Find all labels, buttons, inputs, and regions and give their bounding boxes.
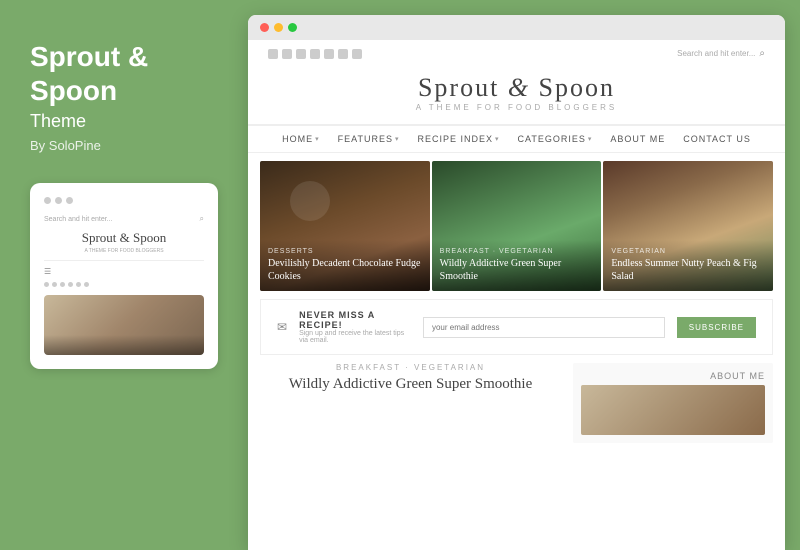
card-2-category: BREAKFAST · VEGETARIAN bbox=[440, 248, 594, 255]
mobile-social-icon-6 bbox=[84, 282, 89, 287]
site-header: Search and hit enter... ⌕ Sprout & Spoon… bbox=[248, 40, 785, 125]
site-logo-tagline: A THEME for FOOD BLOGGERS bbox=[268, 103, 765, 112]
right-panel: Search and hit enter... ⌕ Sprout & Spoon… bbox=[248, 0, 800, 550]
theme-title: Sprout & Spoon bbox=[30, 40, 218, 107]
site-header-top: Search and hit enter... ⌕ bbox=[268, 48, 765, 59]
social-icon-3 bbox=[296, 49, 306, 59]
nav-home-arrow: ▾ bbox=[315, 135, 320, 143]
subscribe-section: ✉ NEVER MISS A RECIPE! Sign up and recei… bbox=[260, 299, 773, 355]
nav-features-arrow: ▾ bbox=[395, 135, 400, 143]
social-icon-6 bbox=[338, 49, 348, 59]
social-icon-1 bbox=[268, 49, 278, 59]
nav-contact-us[interactable]: CONTACT US bbox=[683, 134, 751, 144]
nav-features[interactable]: FEATURES ▾ bbox=[338, 134, 400, 144]
featured-card-2[interactable]: BREAKFAST · VEGETARIAN Wildly Addictive … bbox=[432, 161, 602, 291]
nav-contact-label: CONTACT US bbox=[683, 134, 751, 144]
card-2-title: Wildly Addictive Green Super Smoothie bbox=[440, 257, 594, 283]
nav-categories-label: CATEGORIES bbox=[518, 134, 586, 144]
mobile-divider bbox=[44, 260, 204, 261]
mobile-social-icon-3 bbox=[60, 282, 65, 287]
mobile-social-icon-5 bbox=[76, 282, 81, 287]
nav-recipe-index[interactable]: RECIPE INDEX ▾ bbox=[417, 134, 499, 144]
mobile-dot-3 bbox=[66, 197, 73, 204]
site-logo-area: Sprout & Spoon A THEME for FOOD BLOGGERS bbox=[268, 65, 765, 116]
mobile-preview-card: Search and hit enter... ⌕ Sprout & Spoon… bbox=[30, 183, 218, 369]
featured-grid: DESSERTS Devilishly Decadent Chocolate F… bbox=[260, 161, 773, 291]
subscribe-button[interactable]: SUBSCRIBE bbox=[677, 317, 756, 338]
card-1-title: Devilishly Decadent Chocolate Fudge Cook… bbox=[268, 257, 422, 283]
mobile-dot-1 bbox=[44, 197, 51, 204]
subscribe-title: NEVER MISS A RECIPE! bbox=[299, 310, 411, 330]
browser-minimize-dot bbox=[274, 23, 283, 32]
featured-card-3[interactable]: VEGETARIAN Endless Summer Nutty Peach & … bbox=[603, 161, 773, 291]
mobile-logo: Sprout & Spoon bbox=[44, 230, 204, 246]
site-social-row bbox=[268, 49, 362, 59]
nav-categories-arrow: ▾ bbox=[588, 135, 593, 143]
browser-content: Search and hit enter... ⌕ Sprout & Spoon… bbox=[248, 40, 785, 550]
browser-maximize-dot bbox=[288, 23, 297, 32]
nav-recipe-index-label: RECIPE INDEX bbox=[417, 134, 493, 144]
theme-subtitle: Theme bbox=[30, 111, 218, 132]
card-1-overlay: DESSERTS Devilishly Decadent Chocolate F… bbox=[260, 240, 430, 291]
mobile-social-row bbox=[44, 282, 204, 287]
mobile-hamburger-icon: ☰ bbox=[44, 267, 204, 276]
post-category: BREAKFAST · VEGETARIAN bbox=[260, 363, 561, 372]
subscribe-text-area: NEVER MISS A RECIPE! Sign up and receive… bbox=[299, 310, 411, 344]
site-search-area[interactable]: Search and hit enter... ⌕ bbox=[677, 48, 765, 59]
left-panel: Sprout & Spoon Theme By SoloPine Search … bbox=[0, 0, 248, 550]
subscribe-email-icon: ✉ bbox=[277, 320, 287, 335]
nav-about-me[interactable]: ABOUT ME bbox=[610, 134, 665, 144]
card-3-category: VEGETARIAN bbox=[611, 248, 765, 255]
nav-categories[interactable]: CATEGORIES ▾ bbox=[518, 134, 593, 144]
subscribe-input[interactable] bbox=[423, 317, 665, 338]
mobile-post-image bbox=[44, 295, 204, 355]
about-me-area: ABOUT ME bbox=[573, 363, 773, 443]
card-3-title: Endless Summer Nutty Peach & Fig Salad bbox=[611, 257, 765, 283]
site-search-icon: ⌕ bbox=[759, 48, 765, 59]
mobile-search-bar: Search and hit enter... ⌕ bbox=[44, 214, 204, 224]
browser-close-dot bbox=[260, 23, 269, 32]
about-me-image bbox=[581, 385, 765, 435]
mobile-search-icon: ⌕ bbox=[200, 214, 204, 224]
mobile-logo-tagline: A THEME FOR FOOD BLOGGERS bbox=[44, 248, 204, 254]
nav-home-label: HOME bbox=[282, 134, 313, 144]
subscribe-subtitle: Sign up and receive the latest tips via … bbox=[299, 330, 411, 344]
card-1-category: DESSERTS bbox=[268, 248, 422, 255]
mobile-social-icon-4 bbox=[68, 282, 73, 287]
bottom-section: BREAKFAST · VEGETARIAN Wildly Addictive … bbox=[248, 363, 785, 455]
mobile-dot-2 bbox=[55, 197, 62, 204]
mobile-social-icon-2 bbox=[52, 282, 57, 287]
card-2-overlay: BREAKFAST · VEGETARIAN Wildly Addictive … bbox=[432, 240, 602, 291]
social-icon-7 bbox=[352, 49, 362, 59]
site-nav: HOME ▾ FEATURES ▾ RECIPE INDEX ▾ CATEGOR… bbox=[248, 125, 785, 153]
about-me-title: ABOUT ME bbox=[581, 371, 765, 381]
nav-about-me-label: ABOUT ME bbox=[610, 134, 665, 144]
nav-recipe-index-arrow: ▾ bbox=[495, 135, 500, 143]
featured-card-1[interactable]: DESSERTS Devilishly Decadent Chocolate F… bbox=[260, 161, 430, 291]
mobile-social-icon-1 bbox=[44, 282, 49, 287]
browser-titlebar bbox=[248, 15, 785, 40]
card-3-overlay: VEGETARIAN Endless Summer Nutty Peach & … bbox=[603, 240, 773, 291]
social-icon-2 bbox=[282, 49, 292, 59]
social-icon-5 bbox=[324, 49, 334, 59]
featured-post-area: BREAKFAST · VEGETARIAN Wildly Addictive … bbox=[260, 363, 561, 443]
site-search-placeholder: Search and hit enter... bbox=[677, 49, 755, 58]
mobile-window-controls bbox=[44, 197, 204, 204]
nav-home[interactable]: HOME ▾ bbox=[282, 134, 320, 144]
site-logo: Sprout & Spoon bbox=[268, 73, 765, 103]
theme-author: By SoloPine bbox=[30, 138, 218, 153]
browser-window: Search and hit enter... ⌕ Sprout & Spoon… bbox=[248, 15, 785, 550]
post-title: Wildly Addictive Green Super Smoothie bbox=[260, 376, 561, 393]
mobile-search-placeholder: Search and hit enter... bbox=[44, 216, 113, 223]
nav-features-label: FEATURES bbox=[338, 134, 393, 144]
social-icon-4 bbox=[310, 49, 320, 59]
